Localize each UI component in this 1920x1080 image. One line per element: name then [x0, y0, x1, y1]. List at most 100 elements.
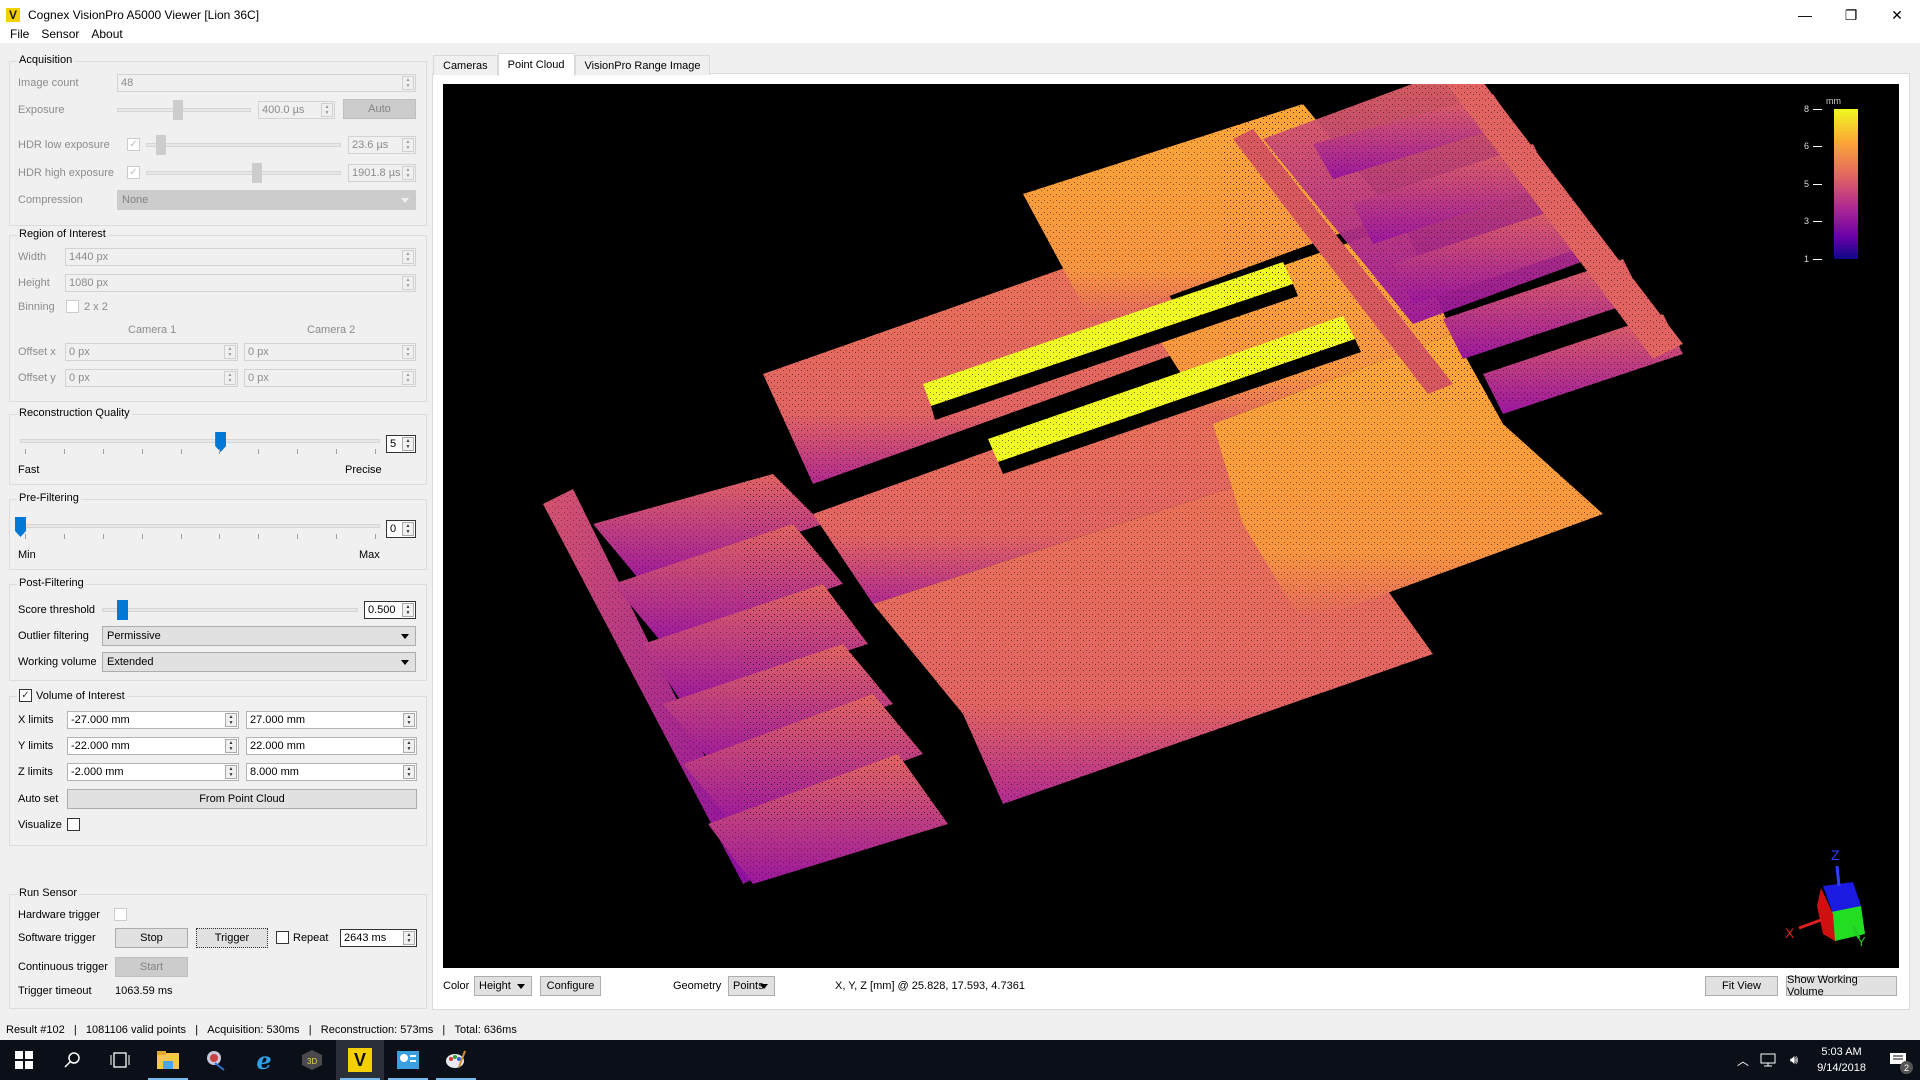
action-center-icon[interactable]: 2 — [1876, 1040, 1920, 1080]
internet-explorer-icon[interactable]: e — [240, 1040, 288, 1080]
file-explorer-icon[interactable] — [144, 1040, 192, 1080]
visualize-checkbox[interactable] — [67, 818, 80, 831]
from-point-cloud-button[interactable]: From Point Cloud — [67, 789, 417, 809]
hdr-high-checkbox[interactable]: ✓ — [127, 166, 140, 179]
visionpro-viewer-icon[interactable]: V — [336, 1040, 384, 1080]
score-threshold-label: Score threshold — [18, 604, 96, 616]
spinner-icon[interactable]: ▲ ▼ — [402, 138, 414, 152]
spinner-icon[interactable]: ▲ ▼ — [402, 371, 414, 385]
score-threshold-slider[interactable] — [102, 608, 358, 612]
spinner-icon[interactable]: ▲ ▼ — [403, 765, 415, 779]
auto-exposure-button[interactable]: Auto — [343, 99, 416, 119]
show-working-volume-button[interactable]: Show Working Volume — [1786, 974, 1897, 998]
spinner-icon[interactable]: ▲ ▼ — [402, 250, 414, 264]
control-panel-icon[interactable] — [384, 1040, 432, 1080]
hdr-high-input[interactable]: 1901.8 µs ▲ ▼ — [348, 164, 416, 182]
score-threshold-slider-thumb[interactable] — [117, 600, 128, 620]
offset-x-cam2-input[interactable]: 0 px ▲ ▼ — [244, 343, 416, 361]
hardware-trigger-checkbox[interactable] — [114, 908, 127, 921]
stop-button[interactable]: Stop — [115, 928, 188, 948]
spinner-icon[interactable]: ▲ ▼ — [402, 437, 414, 451]
y-max-input[interactable]: 22.000 mm ▲ ▼ — [246, 737, 417, 755]
tab-range-image[interactable]: VisionPro Range Image — [574, 55, 711, 75]
hdr-low-checkbox[interactable]: ✓ — [127, 138, 140, 151]
spinner-icon[interactable]: ▲ ▼ — [224, 345, 236, 359]
tab-cameras[interactable]: Cameras — [433, 55, 498, 75]
menu-sensor[interactable]: Sensor — [35, 27, 85, 41]
start-button[interactable]: Start — [115, 957, 188, 977]
paint-icon[interactable] — [432, 1040, 480, 1080]
spinner-icon[interactable]: ▲ ▼ — [403, 713, 415, 727]
exposure-slider[interactable] — [117, 108, 251, 112]
prefilter-slider[interactable] — [20, 524, 380, 528]
offset-x-cam1-input[interactable]: 0 px ▲ ▼ — [65, 343, 238, 361]
tab-point-cloud[interactable]: Point Cloud — [497, 53, 575, 76]
compression-select[interactable]: None — [117, 190, 416, 210]
point-cloud-viewer[interactable]: mm 8 6 5 3 1 Z X Y — [443, 84, 1899, 968]
geometry-select[interactable]: Points — [728, 976, 775, 996]
color-mode-select[interactable]: Height — [474, 976, 532, 996]
hdr-low-slider-thumb[interactable] — [156, 135, 166, 155]
menu-about[interactable]: About — [85, 27, 128, 41]
spinner-icon[interactable]: ▲ ▼ — [402, 603, 414, 617]
volume-icon[interactable]: 🔊︎ — [1781, 1040, 1807, 1080]
3d-viewer-icon[interactable]: 3D — [288, 1040, 336, 1080]
z-max-input[interactable]: 8.000 mm ▲ ▼ — [246, 763, 417, 781]
spinner-icon[interactable]: ▲ ▼ — [225, 765, 237, 779]
status-valid-points: 1081106 valid points — [85, 1024, 187, 1036]
spinner-icon[interactable]: ▲ ▼ — [402, 76, 414, 90]
snipping-tool-icon[interactable] — [192, 1040, 240, 1080]
reconstruction-input[interactable]: 5 ▲ ▼ — [386, 435, 416, 453]
spinner-icon[interactable]: ▲ ▼ — [402, 276, 414, 290]
roi-width-input[interactable]: 1440 px ▲ ▼ — [65, 248, 416, 266]
spinner-icon[interactable]: ▲ ▼ — [402, 345, 414, 359]
windows-start-icon[interactable] — [0, 1040, 48, 1080]
roi-height-input[interactable]: 1080 px ▲ ▼ — [65, 274, 416, 292]
image-count-input[interactable]: 48 ▲ ▼ — [117, 74, 416, 92]
repeat-interval-input[interactable]: 2643 ms ▲ ▼ — [340, 929, 417, 947]
score-threshold-input[interactable]: 0.500 ▲ ▼ — [364, 601, 416, 619]
search-icon[interactable] — [48, 1040, 96, 1080]
hdr-high-slider-thumb[interactable] — [252, 163, 262, 183]
reconstruction-slider[interactable] — [20, 439, 380, 443]
voi-checkbox[interactable]: ✓ — [19, 689, 32, 702]
spinner-icon[interactable]: ▲ ▼ — [402, 166, 414, 180]
spinner-icon[interactable]: ▲ ▼ — [403, 931, 415, 945]
spinner-icon[interactable]: ▲ ▼ — [402, 522, 414, 536]
y-limits-label: Y limits — [18, 740, 54, 752]
spinner-icon[interactable]: ▲ ▼ — [225, 739, 237, 753]
outlier-filtering-select[interactable]: Permissive — [102, 626, 416, 646]
spinner-icon[interactable]: ▲ ▼ — [225, 713, 237, 727]
configure-button[interactable]: Configure — [540, 976, 601, 996]
visualize-label: Visualize — [18, 819, 62, 831]
task-view-icon[interactable] — [96, 1040, 144, 1080]
z-min-input[interactable]: -2.000 mm ▲ ▼ — [67, 763, 239, 781]
offset-y-cam2-input[interactable]: 0 px ▲ ▼ — [244, 369, 416, 387]
y-min-input[interactable]: -22.000 mm ▲ ▼ — [67, 737, 239, 755]
trigger-button[interactable]: Trigger — [196, 928, 268, 948]
binning-checkbox[interactable] — [66, 300, 79, 313]
exposure-slider-thumb[interactable] — [173, 100, 183, 120]
exposure-input[interactable]: 400.0 µs ▲ ▼ — [258, 101, 335, 119]
x-max-input[interactable]: 27.000 mm ▲ ▼ — [246, 711, 417, 729]
spinner-icon[interactable]: ▲ ▼ — [224, 371, 236, 385]
reconstruction-slider-thumb[interactable] — [215, 432, 227, 452]
binning-label: Binning — [18, 301, 55, 313]
right-connector — [1223, 84, 1693, 414]
chevron-up-icon[interactable]: ︿ — [1731, 1040, 1755, 1080]
hdr-low-input[interactable]: 23.6 µs ▲ ▼ — [348, 136, 416, 154]
fit-view-button[interactable]: Fit View — [1705, 976, 1778, 996]
network-icon[interactable] — [1755, 1040, 1781, 1080]
repeat-checkbox[interactable] — [276, 931, 289, 944]
menu-file[interactable]: File — [4, 27, 35, 41]
hdr-low-slider[interactable] — [146, 143, 341, 147]
hdr-high-slider[interactable] — [146, 171, 341, 175]
spinner-icon[interactable]: ▲ ▼ — [403, 739, 415, 753]
spinner-icon[interactable]: ▲ ▼ — [321, 103, 333, 117]
offset-y-cam1-input[interactable]: 0 px ▲ ▼ — [65, 369, 238, 387]
clock[interactable]: 5:03 AM 9/14/2018 — [1807, 1044, 1876, 1076]
working-volume-select[interactable]: Extended — [102, 652, 416, 672]
prefilter-input[interactable]: 0 ▲ ▼ — [386, 520, 416, 538]
axis-gizmo[interactable]: Z X Y — [1773, 846, 1873, 946]
x-min-input[interactable]: -27.000 mm ▲ ▼ — [67, 711, 239, 729]
